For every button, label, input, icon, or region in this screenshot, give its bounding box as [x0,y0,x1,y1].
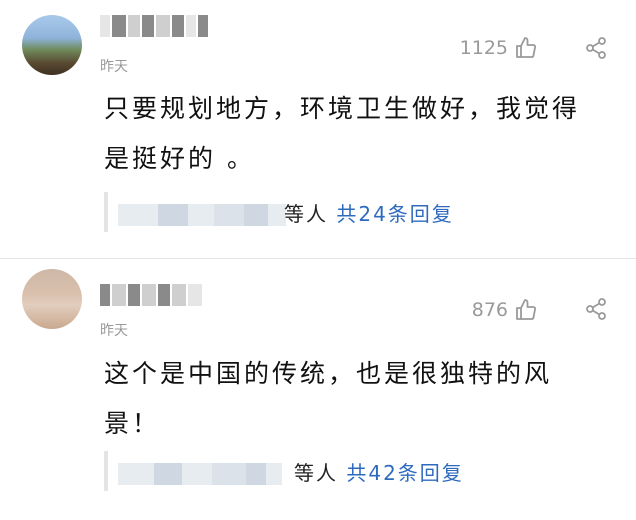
comment-text: 只要规划地方，环境卫生做好，我觉得是挺好的 。 [104,94,581,173]
reply-divider [104,192,108,232]
comment-list: 昨天 1125 只要规划地方，环境卫生做好，我觉得是挺好的 。 等人 共24条回… [0,0,636,519]
username-blurred[interactable] [100,15,210,41]
avatar[interactable] [22,15,82,75]
comment-text: 这个是中国的传统，也是很独特的风景！ [104,359,553,438]
reply-divider [104,451,108,491]
like-button[interactable]: 1125 [460,36,538,60]
replies-prefix: 等人 [284,202,328,226]
replies-prefix: 等人 [294,461,338,485]
replies-count-link[interactable]: 共42条回复 [346,461,463,485]
thumbs-up-icon[interactable] [514,298,538,322]
thumbs-up-icon[interactable] [514,36,538,60]
share-icon[interactable] [584,297,608,321]
like-count: 876 [471,299,508,321]
share-icon[interactable] [584,36,608,60]
replies-preview[interactable]: 等人 共24条回复 [104,190,584,236]
reply-names-blurred [118,204,286,226]
comment-item: 昨天 876 这个是中国的传统，也是很独特的风景！ 等人 共42条回复 [0,258,636,520]
reply-names-blurred [118,463,282,485]
like-button[interactable]: 876 [472,298,538,322]
replies-summary[interactable]: 等人 共24条回复 [284,198,454,227]
replies-count-link[interactable]: 共24条回复 [336,202,453,226]
avatar[interactable] [22,269,82,329]
replies-summary[interactable]: 等人 共42条回复 [294,457,464,486]
comment-time: 昨天 [100,323,128,339]
like-count: 1125 [459,37,508,59]
username-blurred[interactable] [100,284,204,310]
replies-preview[interactable]: 等人 共42条回复 [104,449,584,495]
comment-item: 昨天 1125 只要规划地方，环境卫生做好，我觉得是挺好的 。 等人 共24条回… [0,0,636,258]
comment-time: 昨天 [100,59,128,75]
